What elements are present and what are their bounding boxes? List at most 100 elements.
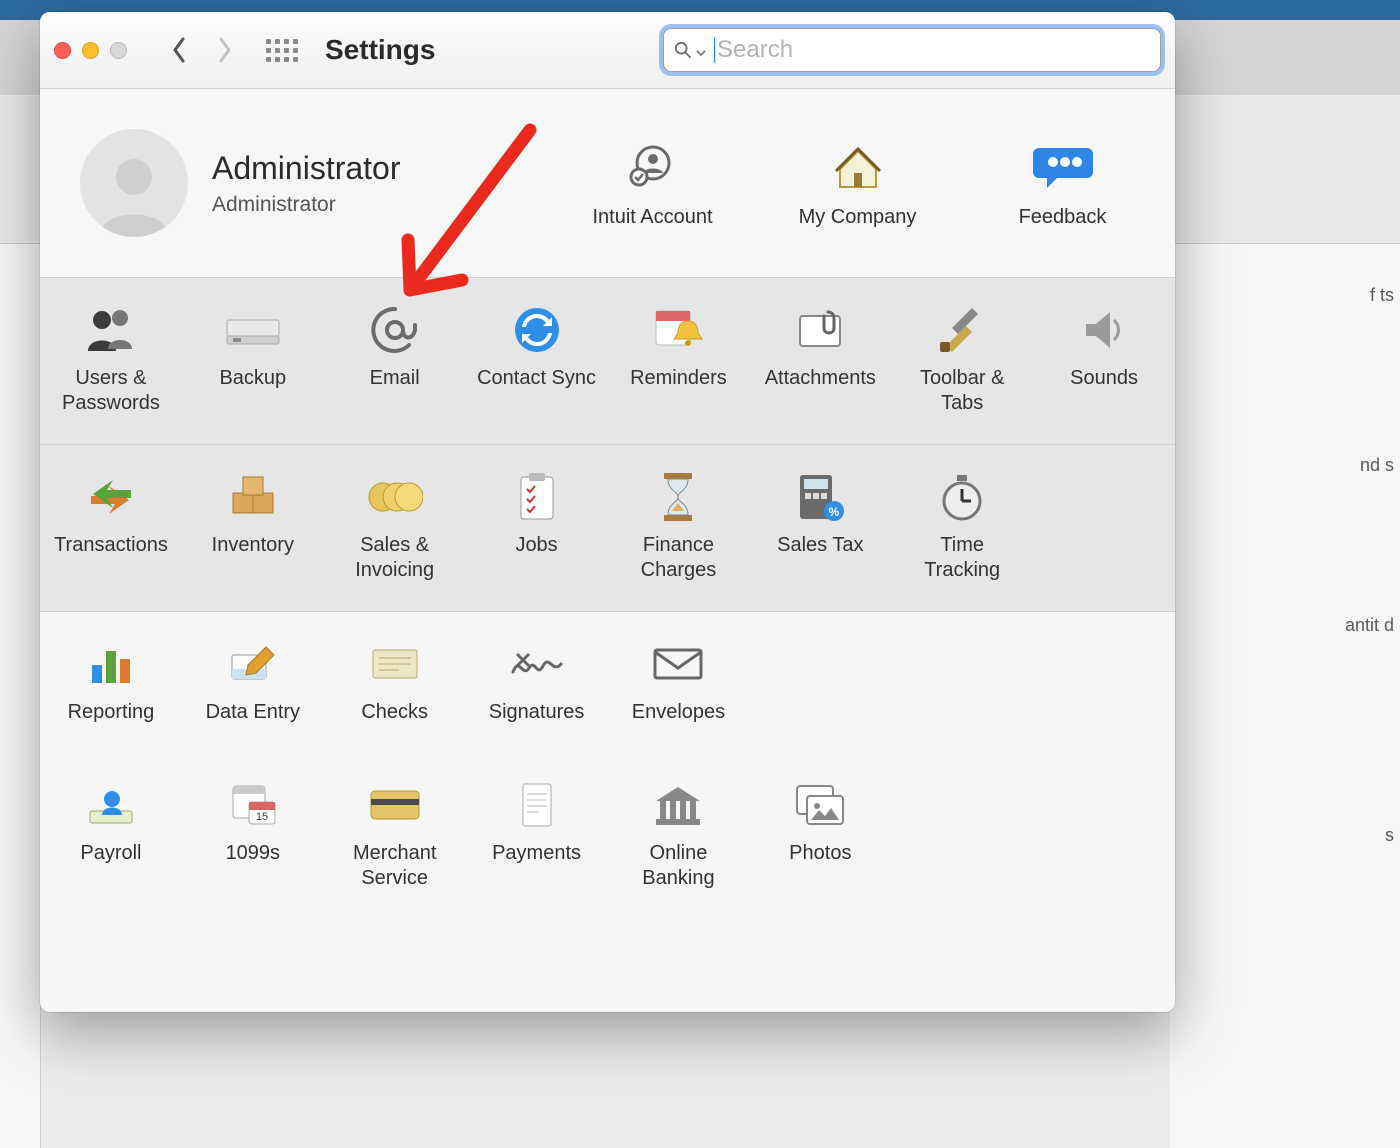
- envelope-icon: [648, 636, 708, 692]
- item-reminders[interactable]: Reminders: [608, 302, 750, 416]
- item-contact-sync[interactable]: Contact Sync: [466, 302, 608, 416]
- bar-chart-icon: [81, 636, 141, 692]
- item-label: Envelopes: [608, 700, 750, 725]
- speech-bubble-icon: [1033, 137, 1093, 197]
- item-feedback[interactable]: Feedback: [990, 137, 1135, 230]
- credit-card-icon: [365, 777, 425, 833]
- calendar-1099-icon: 15: [223, 777, 283, 833]
- item-sales-invoicing[interactable]: Sales & Invoicing: [324, 469, 466, 583]
- item-envelopes[interactable]: Envelopes: [608, 636, 750, 725]
- item-merchant-service[interactable]: Merchant Service: [324, 777, 466, 891]
- item-sales-tax[interactable]: % Sales Tax: [749, 469, 891, 583]
- item-data-entry[interactable]: Data Entry: [182, 636, 324, 725]
- window-controls: [54, 42, 127, 59]
- back-button[interactable]: [169, 35, 189, 65]
- settings-row-1: Users & Passwords Backup Email Contact S…: [40, 277, 1175, 445]
- user-block: Administrator Administrator: [212, 150, 401, 217]
- bg-hint-3: antit d: [1345, 614, 1394, 637]
- bg-hint-1: f ts: [1370, 284, 1394, 307]
- item-label: Users & Passwords: [40, 366, 182, 416]
- bg-hint-4: s: [1385, 824, 1394, 847]
- bg-hint-2: nd s: [1360, 454, 1394, 477]
- forward-button[interactable]: [215, 35, 235, 65]
- hourglass-icon: [648, 469, 708, 525]
- item-label: Sales Tax: [749, 533, 891, 558]
- item-label: Checks: [324, 700, 466, 725]
- close-window-button[interactable]: [54, 42, 71, 59]
- bank-icon: [648, 777, 708, 833]
- check-document-icon: [365, 636, 425, 692]
- user-avatar[interactable]: [80, 129, 188, 237]
- item-label: Time Tracking: [891, 533, 1033, 583]
- item-label: Reminders: [608, 366, 750, 391]
- search-field[interactable]: Search: [663, 28, 1161, 72]
- item-time-tracking[interactable]: Time Tracking: [891, 469, 1033, 583]
- window-title: Settings: [325, 34, 435, 66]
- stopwatch-icon: [932, 469, 992, 525]
- coins-icon: [365, 469, 425, 525]
- item-online-banking[interactable]: Online Banking: [608, 777, 750, 891]
- item-label: Contact Sync: [466, 366, 608, 391]
- item-label: Online Banking: [608, 841, 750, 891]
- item-signatures[interactable]: Signatures: [466, 636, 608, 725]
- item-jobs[interactable]: Jobs: [466, 469, 608, 583]
- item-sounds[interactable]: Sounds: [1033, 302, 1175, 416]
- item-transactions[interactable]: Transactions: [40, 469, 182, 583]
- item-label: My Company: [785, 205, 930, 230]
- calculator-percent-icon: %: [790, 469, 850, 525]
- item-label: Signatures: [466, 700, 608, 725]
- item-toolbar-tabs[interactable]: Toolbar & Tabs: [891, 302, 1033, 416]
- item-label: 1099s: [182, 841, 324, 866]
- nav-buttons: [169, 35, 235, 65]
- house-icon: [828, 137, 888, 197]
- item-intuit-account[interactable]: Intuit Account: [580, 137, 725, 230]
- item-label: Backup: [182, 366, 324, 391]
- item-label: Sales & Invoicing: [324, 533, 466, 583]
- form-pencil-icon: [223, 636, 283, 692]
- invoice-icon: [507, 777, 567, 833]
- item-label: Feedback: [990, 205, 1135, 230]
- show-all-button[interactable]: [267, 35, 297, 65]
- minimize-window-button[interactable]: [82, 42, 99, 59]
- item-reporting[interactable]: Reporting: [40, 636, 182, 725]
- item-label: Finance Charges: [608, 533, 750, 583]
- item-label: Merchant Service: [324, 841, 466, 891]
- paperclip-icon: [790, 302, 850, 358]
- item-label: Reporting: [40, 700, 182, 725]
- background-sidebar: [0, 244, 41, 1148]
- item-label: Toolbar & Tabs: [891, 366, 1033, 416]
- item-checks[interactable]: Checks: [324, 636, 466, 725]
- item-users-passwords[interactable]: Users & Passwords: [40, 302, 182, 416]
- search-icon: [674, 41, 692, 59]
- item-label: Payroll: [40, 841, 182, 866]
- chevron-down-icon[interactable]: [696, 45, 706, 55]
- arrows-exchange-icon: [81, 469, 141, 525]
- item-inventory[interactable]: Inventory: [182, 469, 324, 583]
- settings-row-3: Reporting Data Entry Checks Signatures E…: [40, 612, 1175, 753]
- item-payments[interactable]: Payments: [466, 777, 608, 891]
- header-panel: Administrator Administrator Intuit Accou…: [40, 89, 1175, 277]
- item-label: Sounds: [1033, 366, 1175, 391]
- clipboard-icon: [507, 469, 567, 525]
- item-1099s[interactable]: 15 1099s: [182, 777, 324, 891]
- settings-row-2: Transactions Inventory Sales & Invoicing…: [40, 445, 1175, 612]
- window-titlebar: Settings Search: [40, 12, 1175, 89]
- item-label: Transactions: [40, 533, 182, 558]
- users-icon: [81, 302, 141, 358]
- item-attachments[interactable]: Attachments: [749, 302, 891, 416]
- search-placeholder: Search: [717, 36, 793, 64]
- item-backup[interactable]: Backup: [182, 302, 324, 416]
- item-label: Email: [324, 366, 466, 391]
- search-caret: [714, 37, 715, 63]
- signature-icon: [507, 636, 567, 692]
- user-name: Administrator: [212, 150, 401, 187]
- item-payroll[interactable]: Payroll: [40, 777, 182, 891]
- item-finance-charges[interactable]: Finance Charges: [608, 469, 750, 583]
- settings-row-4: Payroll 15 1099s Merchant Service Paymen…: [40, 753, 1175, 919]
- item-email[interactable]: Email: [324, 302, 466, 416]
- zoom-window-button[interactable]: [110, 42, 127, 59]
- payroll-icon: [81, 777, 141, 833]
- item-photos[interactable]: Photos: [749, 777, 891, 891]
- item-my-company[interactable]: My Company: [785, 137, 930, 230]
- at-sign-icon: [365, 302, 425, 358]
